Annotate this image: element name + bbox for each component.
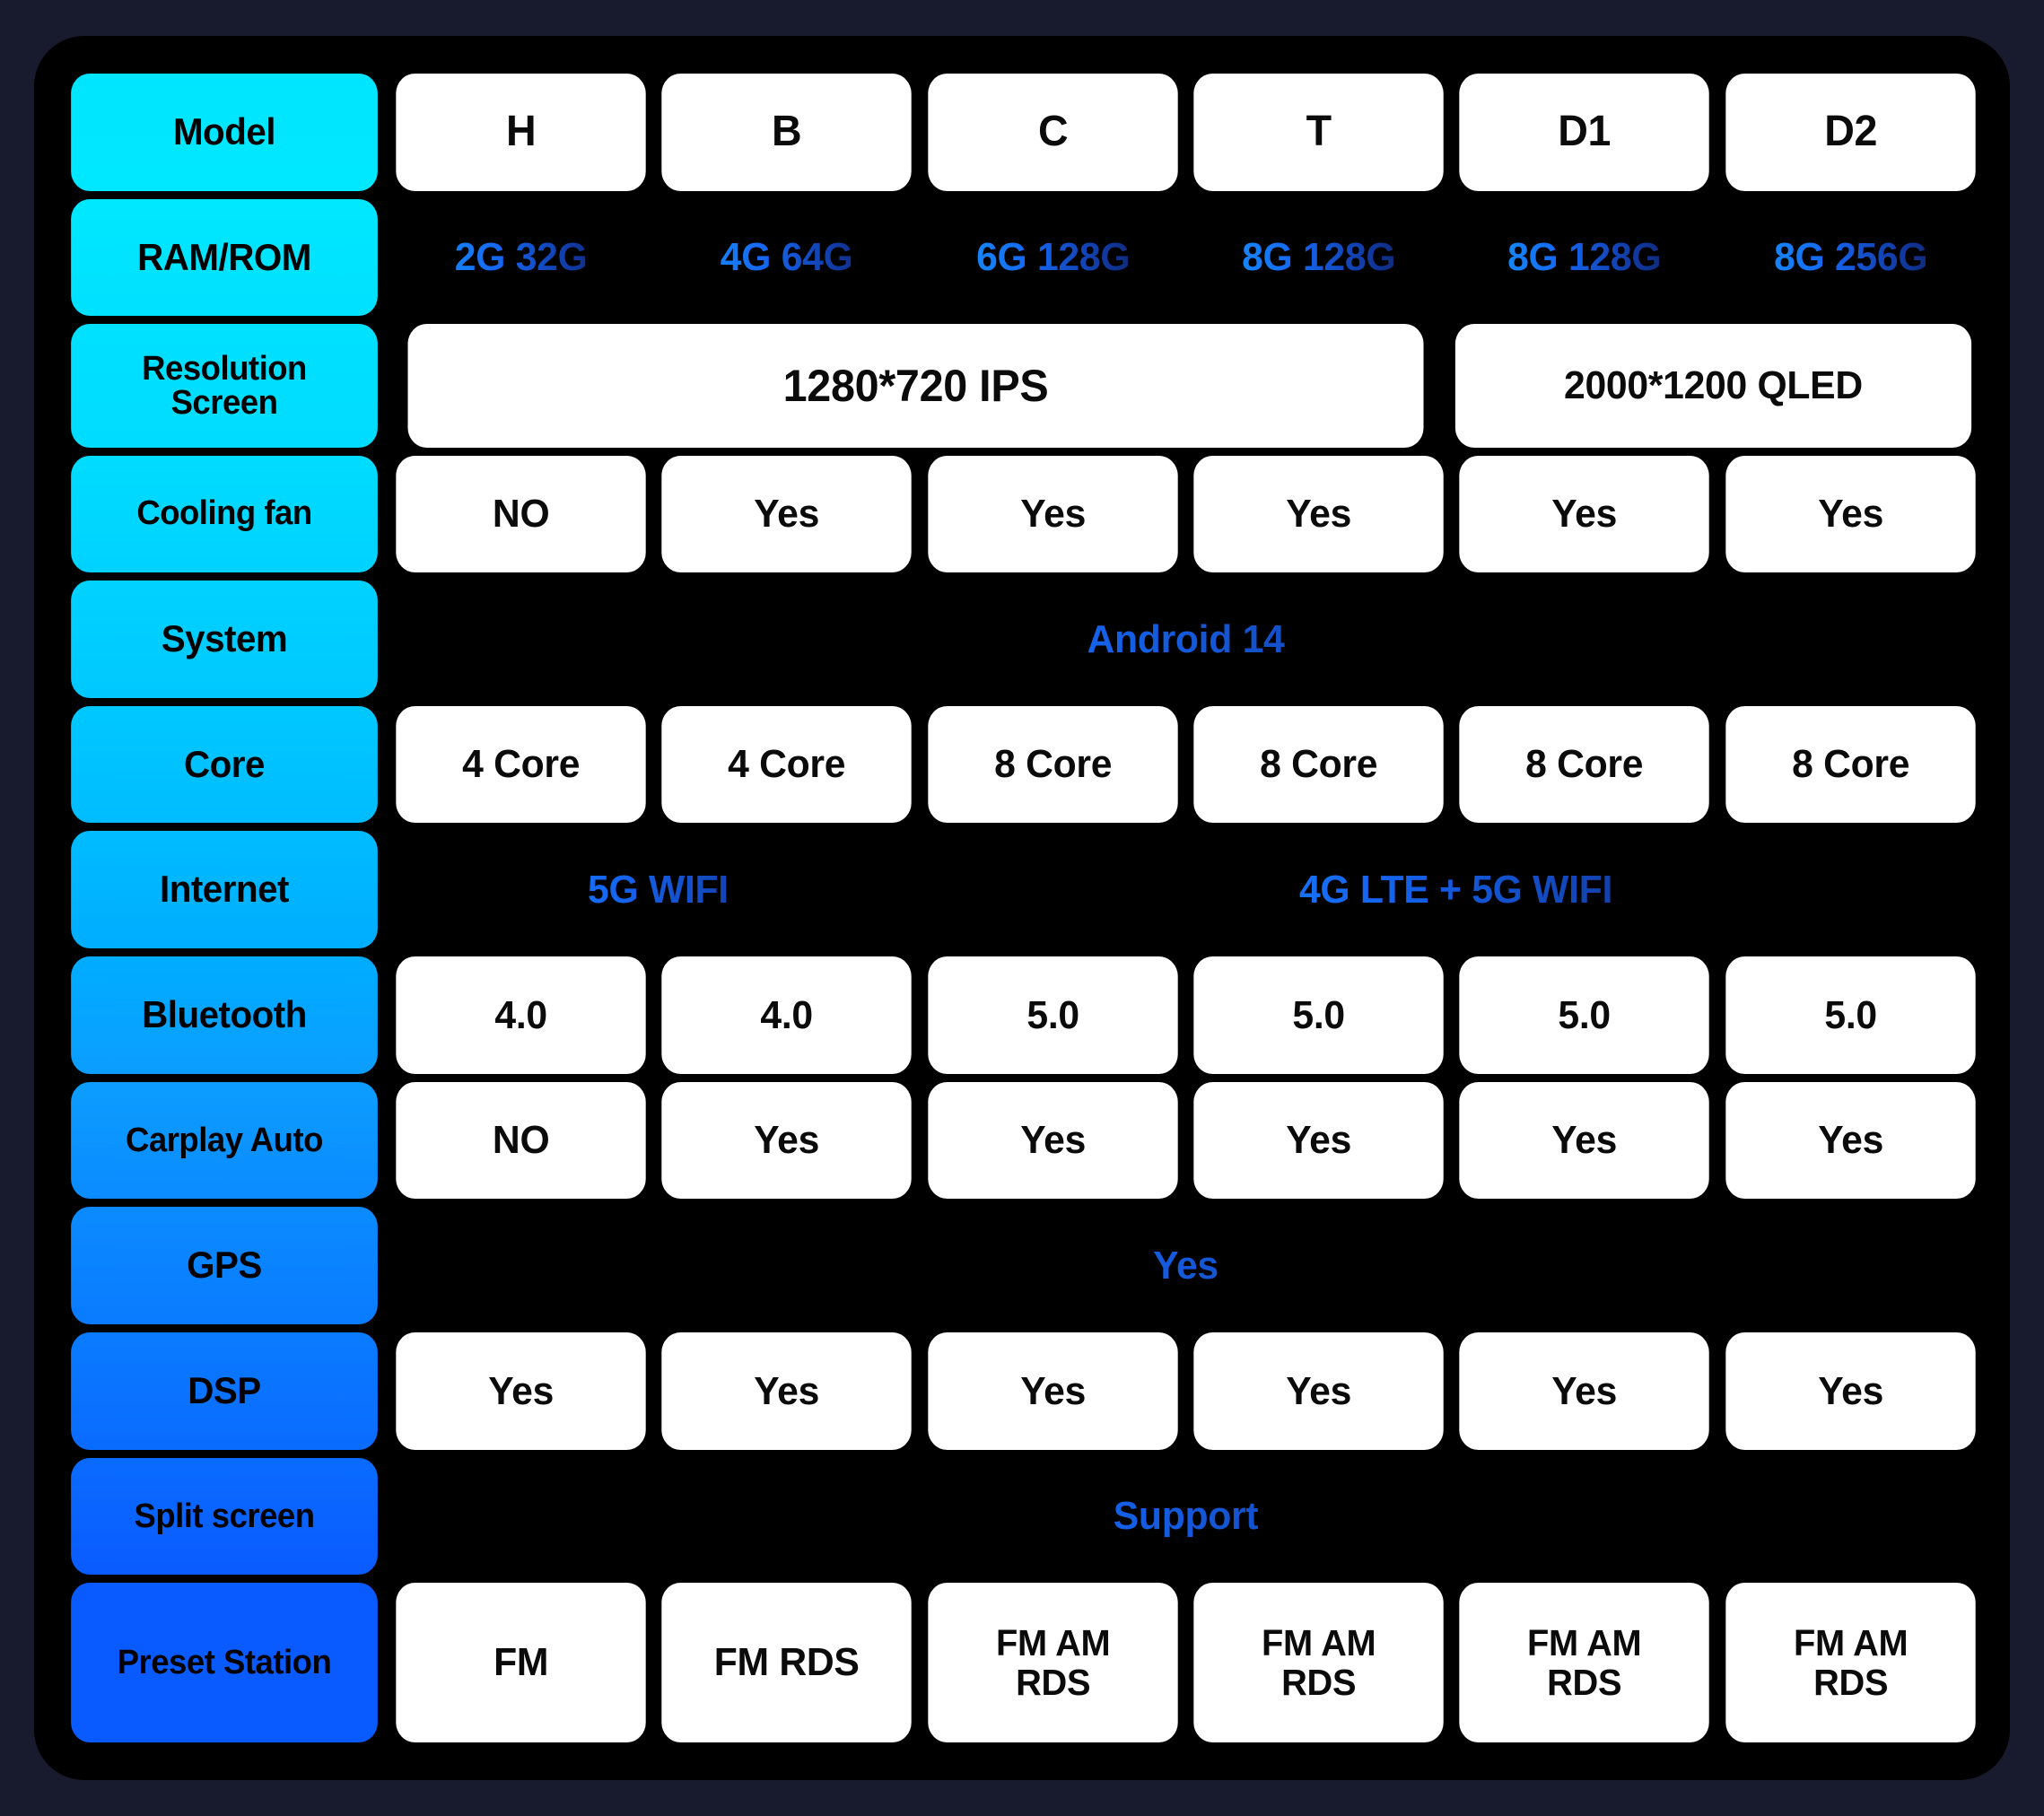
spec-value-cell: Yes	[416, 1207, 1956, 1324]
spec-row: GPS Yes	[65, 1207, 1979, 1325]
spec-value-cell: Yes	[927, 1081, 1178, 1200]
spec-value-cell: FM AM RDS	[1459, 1583, 1710, 1743]
spec-value-cell: Yes	[661, 1081, 913, 1200]
spec-row: Split screen Support	[65, 1457, 1979, 1576]
spec-value-cell: Android 14	[416, 581, 1956, 698]
spec-row: Preset Station FM FM RDS FM AM RDS FM AM RDS…	[65, 1583, 1979, 1743]
spec-value-cell: Yes	[1725, 1332, 1976, 1450]
spec-value-cell: Yes	[927, 1332, 1178, 1450]
row-label-carplay-auto: Carplay Auto	[71, 1081, 378, 1200]
spec-value-cell: 4 Core	[661, 705, 913, 824]
spec-value-cell: FM RDS	[661, 1583, 913, 1743]
spec-row: Resolution Screen 1280*720 IPS 2000*1200 QL…	[65, 324, 1979, 448]
spec-value-cell: FM AM RDS	[1725, 1583, 1976, 1743]
spec-value-cell: Support	[416, 1458, 1956, 1576]
row-label-split-screen: Split screen	[71, 1457, 378, 1576]
spec-value-cell: Yes	[661, 1332, 913, 1450]
spec-value-cell: 5G WIFI	[400, 831, 916, 948]
spec-value-cell: Yes	[1193, 1081, 1445, 1200]
spec-value-cell: 8 Core	[1725, 705, 1976, 824]
spec-value-cell: 4G LTE + 5G WIFI	[948, 831, 1963, 948]
spec-value-cell: FM AM RDS	[927, 1583, 1178, 1743]
spec-value-cell: 4 Core	[396, 705, 647, 824]
column-header-cell: C	[927, 74, 1178, 191]
spec-value-cell: 4.0	[396, 956, 647, 1074]
row-label-internet: Internet	[71, 831, 378, 949]
spec-value-cell: NO	[396, 455, 647, 573]
spec-row: Core 4 Core 4 Core 8 Core 8 Core 8 Core 8 Core	[65, 705, 1979, 824]
spec-value-cell: 8 Core	[927, 705, 1178, 824]
row-label-line2: Screen	[170, 383, 278, 422]
spec-table-panel: Model H B C T D1 D2 RAM/ROM 2G 32G 4G 64G 6G 128G 8…	[34, 36, 2010, 1780]
spec-value-cell: FM AM RDS	[1193, 1583, 1445, 1743]
row-label-model: Model	[71, 74, 378, 191]
spec-row: Internet 5G WIFI 4G LTE + 5G WIFI	[65, 831, 1979, 949]
spec-value-cell: 2000*1200 QLED	[1454, 324, 1972, 448]
row-label-cooling-fan: Cooling fan	[71, 455, 378, 573]
column-header-cell: D1	[1459, 74, 1710, 191]
row-label-gps: GPS	[71, 1207, 378, 1325]
spec-row: DSP Yes Yes Yes Yes Yes Yes	[65, 1332, 1979, 1450]
column-header-cell: D2	[1725, 74, 1976, 191]
spec-value-cell: 1280*720 IPS	[407, 324, 1424, 448]
spec-value-cell: 4G 64G	[662, 199, 913, 317]
spec-row: Bluetooth 4.0 4.0 5.0 5.0 5.0 5.0	[65, 956, 1979, 1074]
spec-value-cell: 8 Core	[1459, 705, 1710, 824]
spec-value-cell: Yes	[1193, 1332, 1445, 1450]
spec-row: System Android 14	[65, 581, 1979, 698]
spec-value-cell: 8G 128G	[1460, 199, 1710, 317]
spec-value-cell: 5.0	[1193, 956, 1445, 1074]
spec-value-cell: 5.0	[1459, 956, 1710, 1074]
row-label-line1: Resolution	[142, 349, 307, 388]
column-header-cell: B	[661, 74, 913, 191]
spec-value-cell: 8 Core	[1193, 705, 1445, 824]
spec-value-cell: 5.0	[927, 956, 1178, 1074]
spec-value-cell: Yes	[927, 455, 1178, 573]
row-label-core: Core	[71, 705, 378, 824]
spec-value-cell: 5.0	[1725, 956, 1976, 1074]
spec-value-cell: Yes	[1725, 455, 1976, 573]
row-label-stack: Resolution Screen	[142, 352, 307, 420]
spec-value-cell: 2G 32G	[396, 199, 646, 317]
spec-value-cell: FM	[396, 1583, 647, 1743]
column-header-cell: T	[1193, 74, 1445, 191]
row-label-bluetooth: Bluetooth	[71, 956, 378, 1074]
spec-value-cell: NO	[396, 1081, 647, 1200]
spec-value-cell: Yes	[1459, 455, 1710, 573]
column-header-cell: H	[396, 74, 647, 191]
row-label-ram-rom: RAM/ROM	[71, 198, 378, 317]
spec-row: Model H B C T D1 D2	[65, 74, 1979, 191]
row-label-resolution-screen: Resolution Screen	[71, 324, 378, 448]
spec-value-cell: Yes	[661, 455, 913, 573]
spec-value-cell: Yes	[1725, 1081, 1976, 1200]
row-label-system: System	[71, 581, 378, 698]
spec-value-cell: Yes	[1459, 1081, 1710, 1200]
row-label-preset-station: Preset Station	[71, 1583, 378, 1743]
spec-value-cell: 8G 256G	[1725, 199, 1976, 317]
spec-value-cell: 4.0	[661, 956, 913, 1074]
spec-value-cell: Yes	[1193, 455, 1445, 573]
spec-value-cell: Yes	[1459, 1332, 1710, 1450]
page-root: Model H B C T D1 D2 RAM/ROM 2G 32G 4G 64G 6G 128G 8…	[0, 0, 2044, 1816]
spec-row: Carplay Auto NO Yes Yes Yes Yes Yes	[65, 1081, 1979, 1200]
row-label-dsp: DSP	[71, 1332, 378, 1450]
spec-value-cell: 8G 128G	[1193, 199, 1444, 317]
spec-row: RAM/ROM 2G 32G 4G 64G 6G 128G 8G 128G 8G 128G…	[65, 198, 1979, 317]
spec-value-cell: 6G 128G	[928, 199, 1178, 317]
spec-row: Cooling fan NO Yes Yes Yes Yes Yes	[65, 455, 1979, 573]
spec-value-cell: Yes	[396, 1332, 647, 1450]
